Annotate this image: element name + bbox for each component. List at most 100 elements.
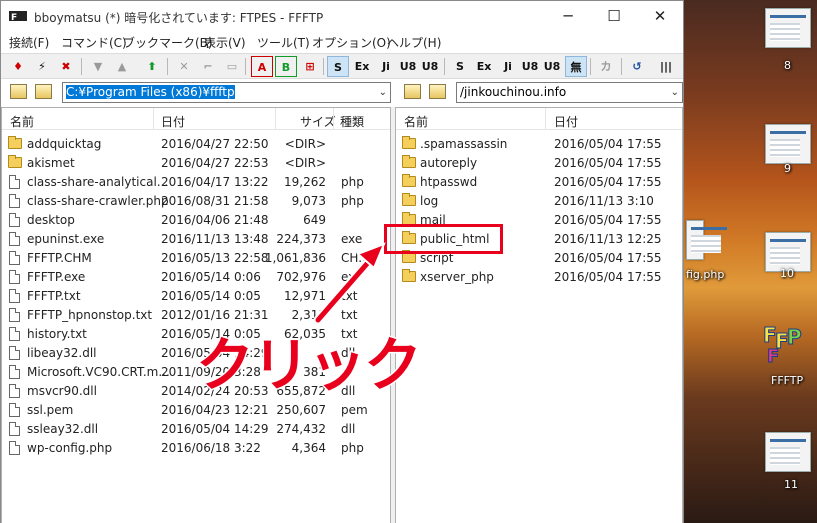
desktop-thumbnail-8[interactable] [765,8,811,48]
no-conversion-button[interactable]: 無 [565,56,587,77]
list-view-icon[interactable]: ||| [655,56,677,77]
column-divider[interactable] [333,108,334,130]
remote-path-text: /jinkouchinou.info [460,85,567,99]
table-row[interactable]: log 2016/11/13 3:10 [396,192,682,211]
column-divider[interactable] [153,108,154,130]
minimize-button[interactable]: ─ [545,1,591,32]
menu-bookmark[interactable]: ブックマーク(B) [123,34,213,51]
menu-view[interactable]: 表示(V) [204,34,246,51]
remote-cell-date: 2016/05/04 17:55 [554,175,662,189]
menu-help[interactable]: ヘルプ(H) [387,34,441,51]
menu-command[interactable]: コマンド(C) [61,34,127,51]
download-icon[interactable]: ▼ [87,56,109,77]
file-icon [9,270,20,284]
local-cell-date: 2016/05/14 0:05 [161,289,261,303]
desktop-thumbnail-9[interactable] [765,124,811,164]
local-cell-type: php [341,175,364,189]
table-row[interactable]: class-share-analytical... 2016/04/17 13:2… [2,173,390,192]
remote-utf8-button[interactable]: U8 [397,56,419,77]
column-divider[interactable] [545,108,546,130]
svg-text:F: F [11,13,17,23]
mkdir-icon[interactable]: ▭ [221,56,243,77]
kana-conversion-button[interactable]: カ [595,56,617,77]
upload-icon[interactable]: ▲ [111,56,133,77]
remote-file-list[interactable]: 名前 日付 .spamassassin 2016/05/04 17:55 autor… [395,107,683,523]
desktop-thumbnail-10[interactable] [765,232,811,272]
remote-utf8bom-button[interactable]: U8 [419,56,441,77]
local-cell-name: history.txt [27,327,87,341]
local-header-name[interactable]: 名前 [10,113,34,130]
local-up-folder-icon[interactable] [10,84,27,99]
folder-icon [402,136,416,149]
local-cell-date: 2016/04/27 22:53 [161,156,269,170]
ffftp-window: F bboymatsu (*) 暗号化されています: FTPES - FFFTP… [0,0,684,523]
desktop-thumbnail-php[interactable] [686,220,727,260]
rename-icon[interactable]: ⌐ [197,56,219,77]
menu-tools[interactable]: ツール(T) [257,34,310,51]
folder-icon [402,155,416,168]
table-row[interactable]: .spamassassin 2016/05/04 17:55 [396,135,682,154]
maximize-button[interactable]: ☐ [591,1,637,32]
mirror-upload-icon[interactable]: ⬆ [141,56,163,77]
local-utf8-button[interactable]: U8 [519,56,541,77]
local-open-folder-icon[interactable] [35,84,52,99]
local-cell-date: 2016/04/06 21:48 [161,213,269,227]
local-utf8bom-button[interactable]: U8 [541,56,563,77]
menu-options[interactable]: オプション(O) [312,34,391,51]
column-divider[interactable] [275,108,276,130]
table-row[interactable]: addquicktag 2016/04/27 22:50 <DIR> [2,135,390,154]
local-jis-button[interactable]: Ji [497,56,519,77]
local-header-size[interactable]: サイズ [300,113,336,130]
table-row[interactable]: akismet 2016/04/27 22:53 <DIR> [2,154,390,173]
table-row[interactable]: desktop 2016/04/06 21:48 649 [2,211,390,230]
table-row[interactable]: FFFTP.txt 2016/05/14 0:05 12,971 txt [2,287,390,306]
table-row[interactable]: epuninst.exe 2016/11/13 13:48 224,373 exe [2,230,390,249]
table-row[interactable]: autoreply 2016/05/04 17:55 [396,154,682,173]
binary-mode-icon[interactable]: B [275,56,297,77]
menu-connect[interactable]: 接続(F) [9,34,49,51]
chevron-down-icon[interactable]: ⌄ [379,83,387,102]
title-bar[interactable]: F bboymatsu (*) 暗号化されています: FTPES - FFFTP… [1,1,683,32]
table-row[interactable]: wp-config.php 2016/06/18 3:22 4,364 php [2,439,390,458]
table-row[interactable]: FFFTP.exe 2016/05/14 0:06 702,976 ex [2,268,390,287]
remote-up-folder-icon[interactable] [404,84,421,99]
local-header-type[interactable]: 種類 [340,113,364,130]
remote-header-name[interactable]: 名前 [404,113,428,130]
remote-jis-button[interactable]: Ji [375,56,397,77]
remote-path-combobox[interactable]: /jinkouchinou.info ⌄ [456,82,683,103]
table-row[interactable]: xserver_php 2016/05/04 17:55 [396,268,682,287]
ffftp-desktop-icon[interactable]: F F P F [763,322,809,368]
remote-sjis-button[interactable]: S [327,56,349,77]
remote-cell-date: 2016/05/04 17:55 [554,251,662,265]
chevron-down-icon[interactable]: ⌄ [671,83,679,102]
remote-path-bar: /jinkouchinou.info ⌄ [397,81,683,104]
local-file-list[interactable]: 名前 日付 サイズ 種類 addquicktag 2016/04/27 22:50… [1,107,391,523]
auto-mode-icon[interactable]: ⊞ [299,56,321,77]
close-button[interactable]: ✕ [637,1,683,32]
local-header-date[interactable]: 日付 [161,113,185,130]
local-cell-type: pem [341,403,368,417]
connect-icon[interactable]: ♦ [7,56,29,77]
disconnect-icon[interactable]: ✖ [55,56,77,77]
local-euc-button[interactable]: Ex [473,56,495,77]
table-row[interactable]: ssl.pem 2016/04/23 12:21 250,607 pem [2,401,390,420]
desktop-thumbnail-11[interactable] [765,432,811,472]
remote-open-folder-icon[interactable] [429,84,446,99]
local-sjis-button[interactable]: S [449,56,471,77]
delete-icon[interactable]: ✕ [173,56,195,77]
remote-header-date[interactable]: 日付 [554,113,578,130]
table-row[interactable]: ssleay32.dll 2016/05/04 14:29 274,432 dll [2,420,390,439]
table-row[interactable]: class-share-crawler.php 2016/08/31 21:58 9… [2,192,390,211]
table-row[interactable]: htpasswd 2016/05/04 17:55 [396,173,682,192]
remote-cell-name: autoreply [420,156,478,170]
refresh-icon[interactable]: ↺ [626,56,648,77]
local-cell-type: php [341,441,364,455]
folder-icon [8,155,22,168]
table-row[interactable]: FFFTP.CHM 2016/05/13 22:58 1,061,836 CH... [2,249,390,268]
ascii-mode-icon[interactable]: A [251,56,273,77]
local-cell-name: class-share-crawler.php [27,194,169,208]
quick-connect-icon[interactable]: ⚡ [31,56,53,77]
local-cell-name: akismet [27,156,75,170]
remote-euc-button[interactable]: Ex [351,56,373,77]
local-path-combobox[interactable]: C:¥Program Files (x86)¥ffftp ⌄ [62,82,391,103]
